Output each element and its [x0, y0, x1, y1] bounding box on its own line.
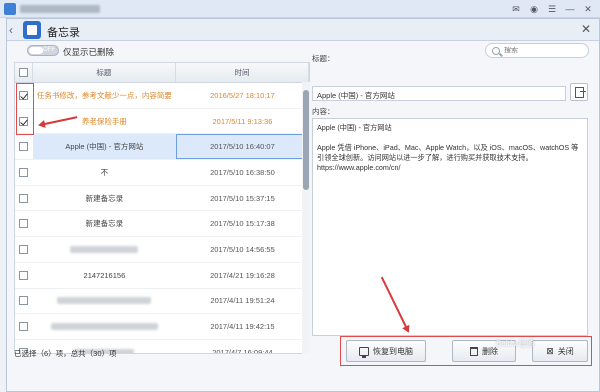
back-arrow-icon[interactable]: ‹ — [9, 23, 13, 37]
dialog-close-icon[interactable]: ✕ — [581, 22, 591, 36]
table-scroll-thumb[interactable] — [303, 90, 309, 190]
toggle-knob — [29, 47, 43, 54]
search-input[interactable] — [504, 47, 574, 54]
dialog-title: 备忘录 — [47, 27, 80, 39]
dialog-header: ‹ 备忘录 ✕ — [7, 19, 599, 41]
table-row[interactable]: 新建备忘录 2017/5/10 15:37:15 — [15, 186, 309, 212]
blurred-title — [70, 245, 139, 253]
content-label: 内容： — [312, 107, 335, 116]
toggle-state-text: OFF — [43, 47, 55, 53]
row-checkbox[interactable] — [19, 244, 29, 254]
content-line-2: Apple 凭借 iPhone、iPad、Mac、Apple Watch，以及 … — [317, 143, 579, 162]
table-row[interactable]: 任务书修改，参考文献少一点，内容简要 2016/5/27 18:10:17 — [15, 83, 309, 109]
toolbar: OFF 仅显示已删除 — [7, 41, 599, 61]
row-checkbox[interactable] — [19, 270, 29, 280]
content-line-3: https://www.apple.com/cn/ — [317, 163, 401, 172]
row-time: 2017/4/21 19:16:28 — [210, 270, 275, 280]
show-deleted-label: 仅显示已删除 — [63, 47, 115, 57]
row-checkbox[interactable] — [19, 219, 29, 229]
selection-status: 已选择（6）项，总共（30）项 — [14, 349, 117, 358]
minimize-icon[interactable]: — — [564, 3, 576, 15]
select-all-checkbox[interactable] — [18, 68, 28, 77]
table-header: 标题 时间 — [15, 63, 309, 83]
search-box[interactable] — [485, 43, 589, 58]
table-row[interactable]: 2017/4/11 19:42:15 — [15, 314, 309, 340]
table-row[interactable]: 2017/4/11 19:51:24 — [15, 289, 309, 315]
blurred-title — [50, 323, 158, 331]
row-time: 2017/5/10 14:56:55 — [210, 244, 275, 254]
table-row[interactable]: 新建备忘录 2017/5/10 15:17:38 — [15, 211, 309, 238]
row-checkbox-cell — [15, 142, 33, 152]
row-time: 2017/5/11 9:13:36 — [212, 116, 273, 126]
row-checkbox-cell — [15, 219, 33, 229]
copy-button[interactable] — [570, 83, 588, 101]
row-time: 2017/4/11 19:51:24 — [210, 296, 275, 306]
title-label: 标题： — [312, 54, 335, 63]
watermark: Baidu 经验 — [496, 339, 535, 348]
app-title-bar: ✉ ◉ ☰ — ✕ — [0, 0, 600, 18]
row-checkbox[interactable] — [19, 193, 29, 203]
search-icon — [492, 46, 500, 55]
table-row[interactable]: Apple (中国) - 官方网站 2017/5/10 16:40:07 — [15, 134, 309, 161]
row-checkbox-cell — [15, 244, 33, 254]
annotation-buttons-box — [340, 336, 592, 366]
table-body: 任务书修改，参考文献少一点，内容简要 2016/5/27 18:10:17 养老保险… — [15, 83, 309, 354]
show-deleted-toggle[interactable]: OFF — [27, 45, 59, 56]
annotation-checkbox-box — [16, 83, 34, 135]
title-field[interactable]: Apple (中国) - 官方网站 — [312, 86, 566, 101]
row-checkbox-cell — [15, 296, 33, 306]
row-title: 新建备忘录 — [85, 219, 124, 229]
row-title: 2147216156 — [83, 270, 126, 280]
content-field[interactable]: Apple (中国) - 官方网站 Apple 凭借 iPhone、iPad、M… — [312, 118, 588, 336]
chat-icon[interactable]: ◉ — [528, 3, 540, 15]
table-row[interactable]: 不 2017/5/10 16:38:50 — [15, 160, 309, 186]
blurred-title — [57, 297, 152, 305]
row-time: 2017/5/10 16:40:07 — [175, 134, 309, 160]
row-title — [33, 314, 176, 339]
row-checkbox-cell — [15, 167, 33, 177]
row-time: 2017/5/10 15:37:15 — [210, 193, 275, 203]
row-title: Apple (中国) - 官方网站 — [32, 134, 176, 160]
table-row[interactable]: 2017/5/10 14:56:55 — [15, 237, 309, 263]
table-row[interactable]: 2147216156 2017/4/21 19:16:28 — [15, 263, 309, 289]
row-checkbox[interactable] — [19, 322, 29, 332]
row-time: 2017/4/7 16:09:44 — [212, 347, 273, 354]
window-close-icon[interactable]: ✕ — [582, 3, 594, 15]
content-line-1: Apple (中国) - 官方网站 — [317, 123, 392, 132]
select-all-cell — [15, 63, 33, 82]
row-title — [33, 289, 176, 314]
row-time: 2017/5/10 16:38:50 — [210, 167, 275, 177]
app-logo — [4, 3, 16, 15]
notes-app-icon — [23, 21, 41, 39]
row-checkbox[interactable] — [19, 296, 29, 306]
menu-icon[interactable]: ☰ — [546, 3, 558, 15]
row-checkbox-cell — [15, 270, 33, 280]
row-time: 2017/5/10 15:17:38 — [210, 219, 275, 229]
row-checkbox-cell — [15, 193, 33, 203]
row-title: 不 — [100, 167, 109, 177]
column-header-title[interactable]: 标题 — [33, 63, 176, 82]
copy-to-pc-icon — [574, 86, 586, 98]
row-checkbox-cell — [15, 322, 33, 332]
row-title: 任务书修改，参考文献少一点，内容简要 — [36, 90, 172, 100]
row-time: 2017/4/11 19:42:15 — [210, 322, 275, 332]
row-title: 新建备忘录 — [85, 193, 124, 203]
column-header-time[interactable]: 时间 — [176, 63, 309, 82]
wechat-icon[interactable]: ✉ — [510, 3, 522, 15]
row-title — [33, 237, 176, 262]
app-title-blurred — [20, 5, 100, 13]
row-checkbox[interactable] — [19, 167, 29, 177]
row-time: 2016/5/27 18:10:17 — [210, 90, 275, 100]
row-checkbox[interactable] — [19, 142, 29, 152]
notes-table: 标题 时间 任务书修改，参考文献少一点，内容简要 2016/5/27 18:10:… — [14, 62, 310, 354]
app-window-controls: ✉ ◉ ☰ — ✕ — [510, 3, 594, 15]
